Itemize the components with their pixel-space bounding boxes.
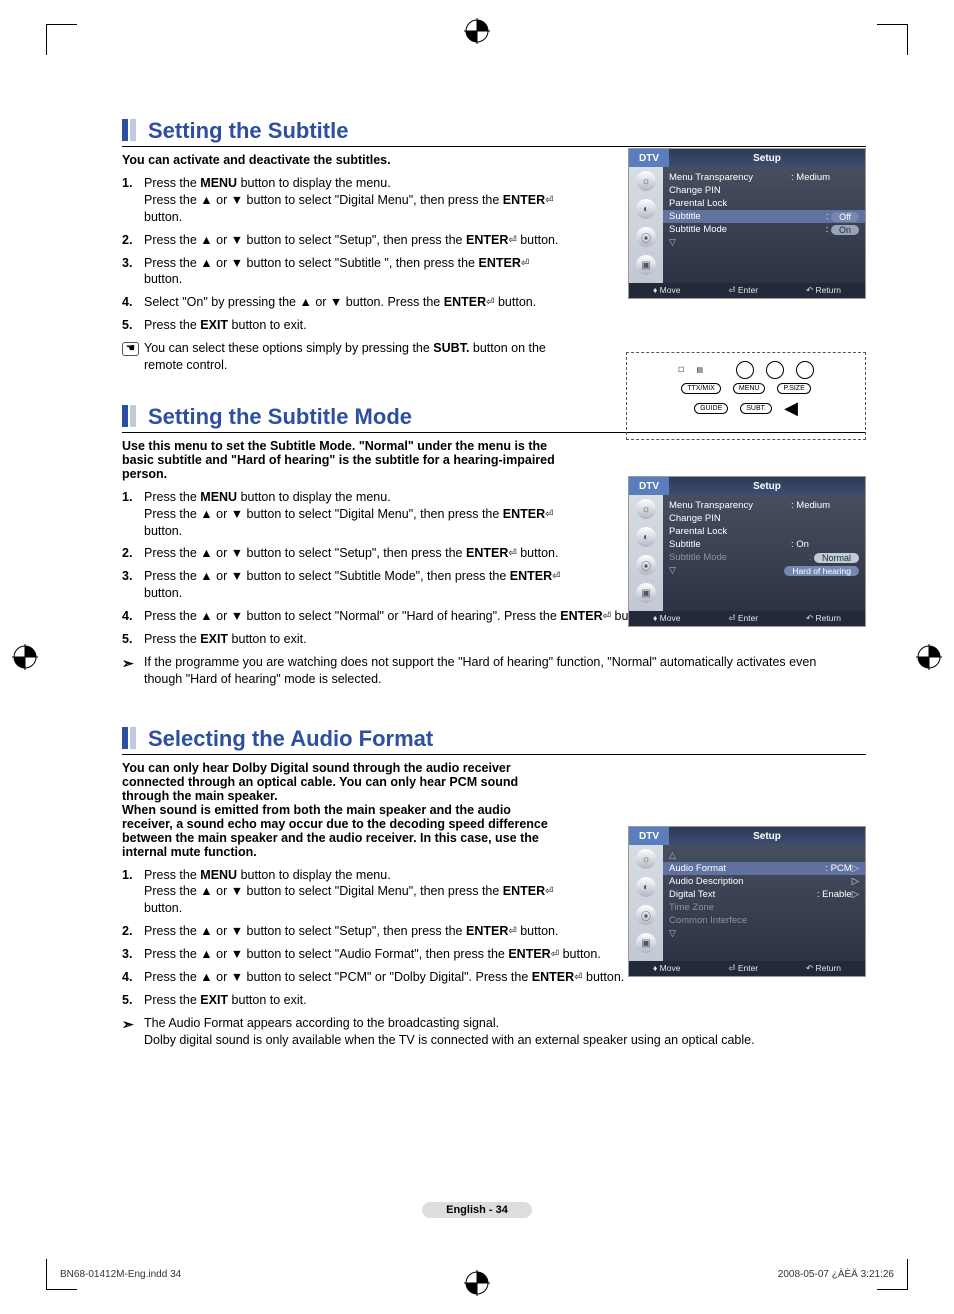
osd-title: Setup (669, 827, 865, 845)
step-item: 2.Press the ▲ or ▼ button to select "Set… (122, 232, 562, 249)
steps-list: 1.Press the MENU button to display the m… (122, 867, 562, 918)
osd-sidebar: ☼◐⦿▣ (629, 845, 663, 961)
step-item: 3.Press the ▲ or ▼ button to select "Sub… (122, 568, 562, 602)
steps-list: 1.Press the MENU button to display the m… (122, 489, 562, 602)
section-title: Selecting the Audio Format (122, 726, 866, 755)
osd-dtv-badge: DTV (629, 149, 669, 167)
osd-title: Setup (669, 477, 865, 495)
pointer-arrow-icon: ◀ (784, 398, 798, 419)
step-item: 1.Press the MENU button to display the m… (122, 489, 562, 540)
step-item: 1.Press the MENU button to display the m… (122, 175, 562, 226)
registration-mark-icon (916, 644, 942, 670)
step-item: 3.Press the ▲ or ▼ button to select "Sub… (122, 255, 562, 289)
osd-sidebar: ☼◐⦿▣ (629, 495, 663, 611)
step-item: 4.Select "On" by pressing the ▲ or ▼ but… (122, 294, 562, 311)
osd-setup-subtitle-mode: DTVSetup ☼◐⦿▣ Menu Transparency: Medium … (628, 476, 866, 627)
step-item: ➣If the programme you are watching does … (122, 654, 842, 688)
page-number: English - 34 (422, 1202, 532, 1218)
section-title: Setting the Subtitle (122, 118, 866, 147)
osd-dtv-badge: DTV (629, 477, 669, 495)
osd-title: Setup (669, 149, 865, 167)
footer-right: 2008-05-07 ¿ÀÈÄ 3:21:26 (778, 1269, 894, 1280)
step-item: ☚You can select these options simply by … (122, 340, 562, 374)
registration-mark-icon (464, 18, 490, 44)
section-intro: You can only hear Dolby Digital sound th… (122, 761, 562, 859)
section-intro: Use this menu to set the Subtitle Mode. … (122, 439, 562, 481)
steps-list: 1.Press the MENU button to display the m… (122, 175, 562, 374)
section-intro: You can activate and deactivate the subt… (122, 153, 562, 167)
osd-setup-audio-format: DTVSetup ☼◐⦿▣ △ Audio Format: PCM▷ Audio… (628, 826, 866, 977)
footer-left: BN68-01412M-Eng.indd 34 (60, 1269, 181, 1280)
osd-sidebar: ☼◐⦿▣ (629, 167, 663, 283)
osd-setup-subtitle: DTVSetup ☼◐⦿▣ Menu Transparency: Medium … (628, 148, 866, 299)
registration-mark-icon (12, 644, 38, 670)
step-item: 1.Press the MENU button to display the m… (122, 867, 562, 918)
step-item: 5.Press the EXIT button to exit. (122, 631, 842, 648)
step-item: 5.Press the EXIT button to exit. (122, 992, 842, 1009)
print-footer: BN68-01412M-Eng.indd 34 2008-05-07 ¿ÀÈÄ … (60, 1269, 894, 1280)
remote-illustration: ☐▤ TTX/MIXMENUP.SIZE GUIDESUBT.◀ (626, 352, 866, 440)
step-item: 2.Press the ▲ or ▼ button to select "Set… (122, 545, 562, 562)
step-item: ➣The Audio Format appears according to t… (122, 1015, 842, 1049)
step-item: 5.Press the EXIT button to exit. (122, 317, 562, 334)
osd-dtv-badge: DTV (629, 827, 669, 845)
